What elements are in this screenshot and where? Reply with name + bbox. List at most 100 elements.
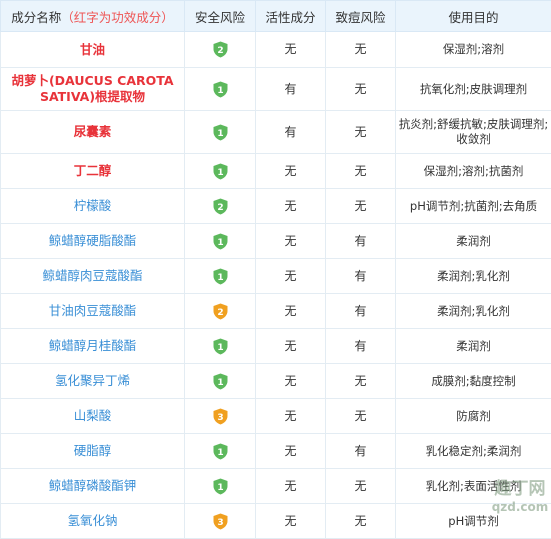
safety-shield-icon: 2	[213, 198, 228, 215]
table-row[interactable]: 山梨酸3无无防腐剂	[1, 399, 551, 434]
ingredient-name-cell[interactable]: 硬脂醇	[1, 434, 185, 469]
safety-shield-icon: 1	[213, 478, 228, 495]
purpose-cell: pH调节剂;抗菌剂;去角质	[396, 189, 551, 224]
active-cell: 无	[256, 364, 326, 399]
header-name-hint: （红字为功效成分）	[61, 10, 174, 25]
acne-risk-cell: 无	[326, 189, 396, 224]
active-cell: 无	[256, 189, 326, 224]
header-safety-risk: 安全风险	[185, 1, 256, 32]
table-row[interactable]: 鲸蜡醇肉豆蔻酸酯1无有柔润剂;乳化剂	[1, 259, 551, 294]
table-row[interactable]: 氢化聚异丁烯1无无成膜剂;黏度控制	[1, 364, 551, 399]
table-row[interactable]: 氢氧化钠3无无pH调节剂	[1, 504, 551, 539]
acne-risk-cell: 无	[326, 399, 396, 434]
ingredient-name-cell[interactable]: 甘油肉豆蔻酸酯	[1, 294, 185, 329]
safety-score: 1	[217, 343, 223, 353]
safety-risk-cell: 3	[185, 399, 256, 434]
ingredient-table: 成分名称（红字为功效成分） 安全风险 活性成分 致痘风险 使用目的 甘油2无无保…	[0, 0, 551, 539]
safety-risk-cell: 2	[185, 32, 256, 68]
ingredient-name-cell[interactable]: 鲸蜡醇硬脂酸酯	[1, 224, 185, 259]
ingredient-name[interactable]: 山梨酸	[74, 408, 112, 423]
safety-shield-icon: 1	[213, 81, 228, 98]
ingredient-name-cell[interactable]: 氢氧化钠	[1, 504, 185, 539]
acne-risk-cell: 无	[326, 469, 396, 504]
table-row[interactable]: 柠檬酸2无无pH调节剂;抗菌剂;去角质	[1, 189, 551, 224]
safety-shield-icon: 3	[213, 408, 228, 425]
purpose-cell: 抗炎剂;舒缓抗敏;皮肤调理剂;收敛剂	[396, 111, 551, 154]
table-row[interactable]: 硬脂醇1无有乳化稳定剂;柔润剂	[1, 434, 551, 469]
ingredient-name[interactable]: 胡萝卜(DAUCUS CAROTA SATIVA)根提取物	[11, 73, 173, 104]
ingredient-name[interactable]: 鲸蜡醇肉豆蔻酸酯	[42, 268, 142, 283]
purpose-cell: 乳化稳定剂;柔润剂	[396, 434, 551, 469]
ingredient-name-cell[interactable]: 山梨酸	[1, 399, 185, 434]
safety-risk-cell: 2	[185, 294, 256, 329]
ingredient-name[interactable]: 鲸蜡醇月桂酸酯	[49, 338, 137, 353]
safety-score: 1	[217, 273, 223, 283]
table-header-row: 成分名称（红字为功效成分） 安全风险 活性成分 致痘风险 使用目的	[1, 1, 551, 32]
active-cell: 无	[256, 32, 326, 68]
table-row[interactable]: 胡萝卜(DAUCUS CAROTA SATIVA)根提取物1有无抗氧化剂;皮肤调…	[1, 68, 551, 111]
safety-risk-cell: 1	[185, 329, 256, 364]
ingredient-name[interactable]: 甘油	[80, 42, 105, 57]
safety-shield-icon: 1	[213, 443, 228, 460]
ingredient-name[interactable]: 硬脂醇	[74, 443, 112, 458]
header-acne-risk: 致痘风险	[326, 1, 396, 32]
ingredient-name[interactable]: 尿囊素	[74, 124, 112, 139]
table-row[interactable]: 鲸蜡醇月桂酸酯1无有柔润剂	[1, 329, 551, 364]
safety-score: 1	[217, 483, 223, 493]
ingredient-name-cell[interactable]: 尿囊素	[1, 111, 185, 154]
active-cell: 无	[256, 469, 326, 504]
ingredient-name[interactable]: 鲸蜡醇磷酸酯钾	[49, 478, 137, 493]
ingredient-name[interactable]: 丁二醇	[74, 163, 112, 178]
safety-risk-cell: 2	[185, 189, 256, 224]
safety-score: 1	[217, 129, 223, 139]
ingredient-name-cell[interactable]: 鲸蜡醇月桂酸酯	[1, 329, 185, 364]
ingredient-name[interactable]: 柠檬酸	[74, 198, 112, 213]
active-cell: 无	[256, 504, 326, 539]
ingredient-name-cell[interactable]: 鲸蜡醇肉豆蔻酸酯	[1, 259, 185, 294]
acne-risk-cell: 无	[326, 32, 396, 68]
purpose-cell: 柔润剂	[396, 224, 551, 259]
safety-shield-icon: 1	[213, 338, 228, 355]
safety-score: 1	[217, 378, 223, 388]
table-row[interactable]: 甘油2无无保湿剂;溶剂	[1, 32, 551, 68]
safety-score: 1	[217, 86, 223, 96]
table-row[interactable]: 甘油肉豆蔻酸酯2无有柔润剂;乳化剂	[1, 294, 551, 329]
safety-risk-cell: 1	[185, 259, 256, 294]
purpose-cell: 防腐剂	[396, 399, 551, 434]
table-row[interactable]: 丁二醇1无无保湿剂;溶剂;抗菌剂	[1, 154, 551, 189]
safety-score: 1	[217, 448, 223, 458]
ingredient-name-cell[interactable]: 鲸蜡醇磷酸酯钾	[1, 469, 185, 504]
ingredient-name[interactable]: 氢氧化钠	[67, 513, 117, 528]
ingredient-name-cell[interactable]: 柠檬酸	[1, 189, 185, 224]
safety-risk-cell: 1	[185, 154, 256, 189]
ingredient-name[interactable]: 氢化聚异丁烯	[55, 373, 130, 388]
ingredient-name[interactable]: 鲸蜡醇硬脂酸酯	[49, 233, 137, 248]
active-cell: 无	[256, 224, 326, 259]
acne-risk-cell: 无	[326, 68, 396, 111]
ingredient-name-cell[interactable]: 胡萝卜(DAUCUS CAROTA SATIVA)根提取物	[1, 68, 185, 111]
ingredient-name[interactable]: 甘油肉豆蔻酸酯	[49, 303, 137, 318]
active-cell: 无	[256, 294, 326, 329]
active-cell: 无	[256, 154, 326, 189]
ingredient-name-cell[interactable]: 丁二醇	[1, 154, 185, 189]
safety-risk-cell: 1	[185, 434, 256, 469]
header-ingredient-name: 成分名称（红字为功效成分）	[1, 1, 185, 32]
ingredient-name-cell[interactable]: 甘油	[1, 32, 185, 68]
active-cell: 无	[256, 399, 326, 434]
safety-score: 1	[217, 168, 223, 178]
purpose-cell: 柔润剂	[396, 329, 551, 364]
table-row[interactable]: 鲸蜡醇磷酸酯钾1无无乳化剂;表面活性剂	[1, 469, 551, 504]
active-cell: 有	[256, 111, 326, 154]
purpose-cell: 保湿剂;溶剂;抗菌剂	[396, 154, 551, 189]
safety-score: 2	[217, 46, 223, 56]
table-row[interactable]: 尿囊素1有无抗炎剂;舒缓抗敏;皮肤调理剂;收敛剂	[1, 111, 551, 154]
table-row[interactable]: 鲸蜡醇硬脂酸酯1无有柔润剂	[1, 224, 551, 259]
site-watermark: 趣丁网 qzd.com	[491, 478, 549, 522]
safety-shield-icon: 2	[213, 41, 228, 58]
ingredient-name-cell[interactable]: 氢化聚异丁烯	[1, 364, 185, 399]
active-cell: 无	[256, 329, 326, 364]
acne-risk-cell: 无	[326, 364, 396, 399]
safety-score: 1	[217, 238, 223, 248]
safety-risk-cell: 1	[185, 469, 256, 504]
safety-shield-icon: 1	[213, 233, 228, 250]
